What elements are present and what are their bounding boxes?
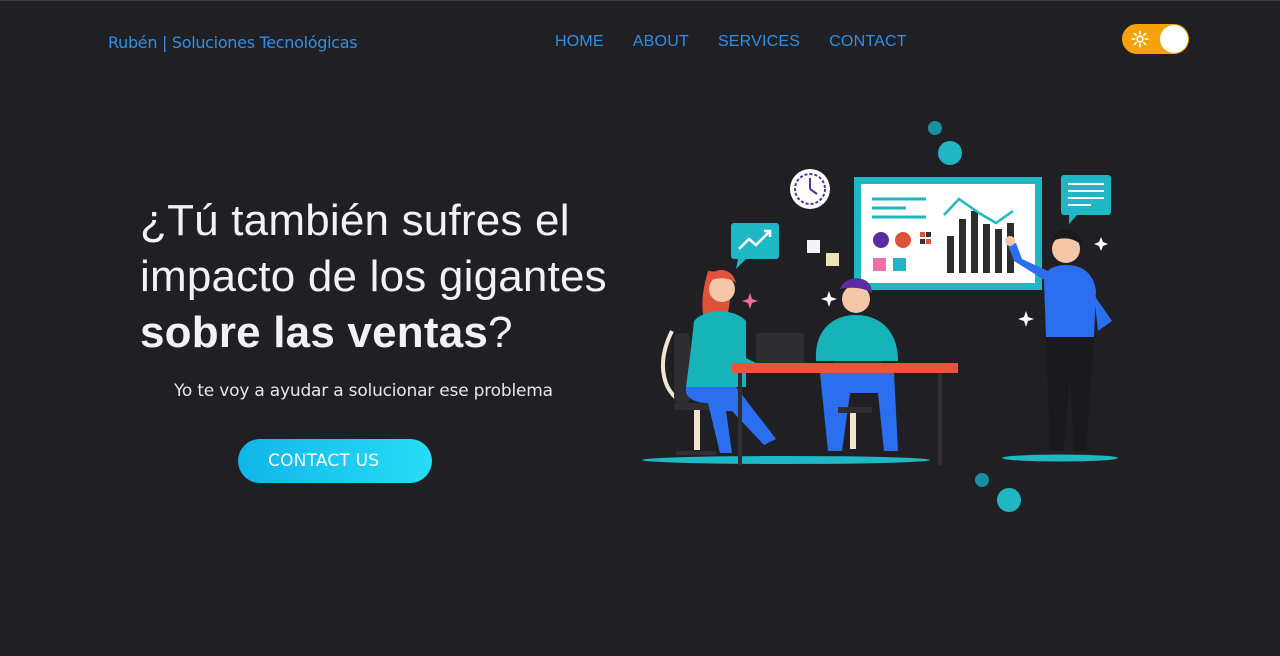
- nav-contact[interactable]: CONTACT: [829, 33, 907, 51]
- sun-icon: [1131, 30, 1149, 48]
- page: Rubén | Soluciones Tecnológicas HOME ABO…: [0, 0, 1280, 656]
- decor-dot: [975, 473, 989, 487]
- trend-bubble-icon: [731, 223, 779, 269]
- note-icon: [826, 253, 839, 266]
- presentation-board: [854, 177, 1042, 290]
- decor-dot: [997, 488, 1021, 512]
- floor-shadow: [1002, 454, 1118, 462]
- decor-dot: [938, 141, 962, 165]
- clock-icon: [790, 169, 830, 209]
- nav-home[interactable]: HOME: [555, 33, 604, 51]
- note-icon: [807, 240, 820, 253]
- message-bubble-icon: [1061, 175, 1111, 224]
- toggle-knob: [1160, 25, 1188, 53]
- contact-us-button[interactable]: CONTACT US: [238, 439, 432, 483]
- floor-shadow: [642, 456, 930, 464]
- hero-title-question-mark: ?: [488, 308, 513, 357]
- hero-subtitle: Yo te voy a ayudar a solucionar ese prob…: [174, 381, 553, 401]
- hero-title: ¿Tú también sufres el impacto de los gig…: [140, 193, 660, 361]
- brand-logo-link[interactable]: Rubén | Soluciones Tecnológicas: [108, 33, 358, 52]
- sparkle-icon: [742, 293, 758, 309]
- man-standing-figure: [1005, 229, 1112, 451]
- team-presentation-illustration: [642, 121, 1118, 512]
- decor-dot: [928, 121, 942, 135]
- hero-title-line-3: sobre las ventas?: [140, 305, 660, 361]
- nav-services[interactable]: SERVICES: [718, 33, 800, 51]
- main-nav: HOME ABOUT SERVICES CONTACT: [555, 33, 936, 51]
- theme-toggle[interactable]: [1122, 24, 1189, 54]
- nav-about[interactable]: ABOUT: [633, 33, 689, 51]
- hero-title-bold: sobre las ventas: [140, 308, 489, 357]
- hero-title-line-2: impacto de los gigantes: [140, 252, 607, 301]
- hero-title-line-1: ¿Tú también sufres el: [140, 196, 570, 245]
